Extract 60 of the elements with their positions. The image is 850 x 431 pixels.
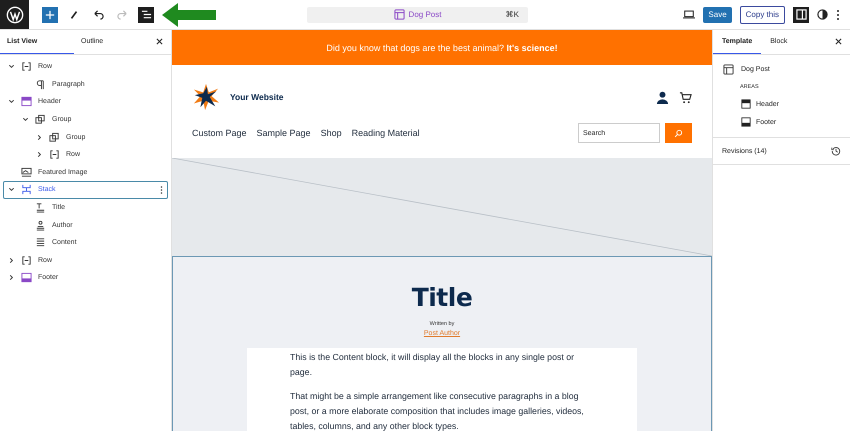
undo-icon — [92, 9, 104, 20]
command-bar[interactable]: Dog Post ⌘K — [307, 6, 528, 22]
chevron-icon[interactable] — [8, 63, 15, 70]
pen-icon — [69, 10, 79, 20]
history-icon[interactable] — [831, 146, 841, 156]
template-icon — [394, 9, 405, 20]
nav-link[interactable]: Shop — [320, 128, 342, 138]
contrast-icon[interactable] — [817, 9, 828, 20]
chevron-icon[interactable] — [36, 134, 43, 141]
document-title: Dog Post — [408, 10, 442, 19]
site-title[interactable]: Your Website — [230, 92, 284, 102]
nav-link[interactable]: Sample Page — [256, 128, 311, 138]
list-view-icon — [140, 9, 152, 20]
post-title: Title — [412, 283, 472, 312]
add-button[interactable] — [42, 6, 58, 22]
chevron-icon[interactable] — [8, 186, 15, 194]
user-icon[interactable] — [656, 90, 669, 104]
paragraph-block-icon — [35, 78, 46, 90]
chevron-icon[interactable] — [36, 151, 43, 158]
arrow-icon — [162, 2, 216, 26]
banner-text: Did you know that dogs are the best animal? It's science! — [326, 42, 558, 52]
plus-icon — [45, 10, 55, 20]
sidebar-toggle-button[interactable] — [793, 6, 809, 22]
group-block-icon — [49, 132, 60, 143]
content-paragraph: This is the Content block, it will display all the blocks in any single post or page. — [290, 351, 576, 379]
chevron-icon[interactable] — [8, 256, 15, 264]
footer-icon — [741, 117, 751, 127]
redo-icon — [116, 9, 128, 20]
cart-icon[interactable] — [679, 90, 692, 104]
row-block-icon — [21, 254, 32, 266]
row-block-icon — [49, 149, 60, 160]
chevron-icon[interactable] — [8, 98, 15, 106]
search-icon — [674, 128, 683, 138]
group-block-icon — [35, 114, 46, 126]
row-block-icon — [21, 61, 32, 72]
desktop-icon[interactable] — [683, 10, 696, 19]
star-logo-icon — [192, 83, 220, 111]
featured-image-block-icon — [21, 166, 32, 178]
close-icon[interactable] — [835, 38, 842, 45]
content-paragraph: That might be a simple arrangement like consecutive paragraphs in a blog post, or a more elaborate composition that includes image galleries, videos, tables, columns, and any other block types. — [290, 390, 585, 431]
content-block-icon — [35, 237, 46, 248]
footer-block-icon — [21, 272, 32, 284]
template-icon — [723, 64, 734, 75]
chevron-icon[interactable] — [22, 116, 29, 124]
save-button[interactable]: Save — [703, 6, 732, 22]
site-logo[interactable] — [0, 0, 29, 29]
copy-button[interactable]: Copy this — [740, 6, 785, 24]
options-icon[interactable] — [160, 184, 163, 195]
close-icon[interactable] — [156, 38, 163, 45]
stack-block-icon — [21, 184, 32, 196]
nav-link[interactable]: Custom Page — [192, 128, 247, 138]
more-icon[interactable] — [836, 8, 840, 20]
author-block-icon — [35, 220, 46, 231]
shortcut-hint: ⌘K — [506, 10, 519, 19]
list-view-button[interactable] — [138, 6, 154, 22]
header-icon — [741, 99, 751, 109]
nav-link[interactable]: Reading Material — [352, 128, 420, 138]
chevron-icon[interactable] — [8, 274, 15, 282]
header-block-icon — [21, 96, 32, 108]
title-block-icon — [35, 202, 46, 214]
